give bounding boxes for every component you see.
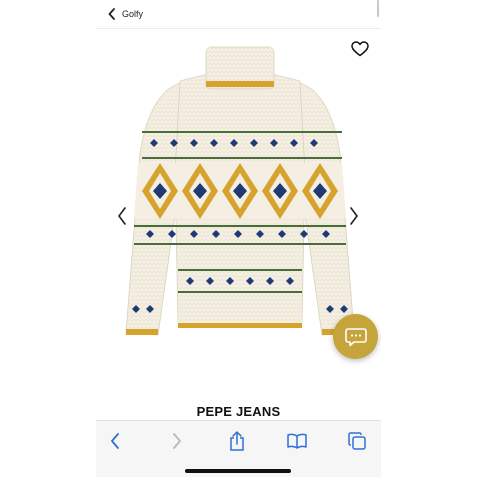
back-link-label: Golfy: [122, 9, 144, 19]
chevron-left-icon: [111, 433, 119, 449]
book-icon: [287, 433, 307, 449]
browser-forward-button[interactable]: [166, 431, 188, 451]
scrollbar[interactable]: [377, 0, 379, 17]
chevron-left-icon[interactable]: [117, 207, 127, 225]
bookmarks-button[interactable]: [286, 431, 308, 451]
share-button[interactable]: [226, 431, 248, 451]
product-image[interactable]: [120, 43, 360, 388]
product-brand: PEPE JEANS: [196, 404, 281, 419]
chevron-left-icon: [108, 8, 115, 20]
back-link[interactable]: Golfy: [108, 7, 143, 21]
browser-toolbar: [96, 420, 381, 477]
chat-bubble-icon: [344, 327, 367, 346]
chevron-right-icon: [173, 433, 181, 449]
tabs-icon: [348, 432, 366, 450]
chevron-right-icon[interactable]: [349, 207, 359, 225]
browser-viewport: Golfy PEPE JEANS: [96, 0, 381, 477]
share-icon: [230, 431, 244, 451]
tabs-button[interactable]: [346, 431, 368, 451]
home-indicator[interactable]: [185, 469, 291, 473]
heart-outline-icon[interactable]: [351, 41, 369, 57]
browser-back-button[interactable]: [104, 431, 126, 451]
top-navigation-bar: Golfy: [96, 0, 381, 29]
chat-button[interactable]: [333, 314, 378, 359]
